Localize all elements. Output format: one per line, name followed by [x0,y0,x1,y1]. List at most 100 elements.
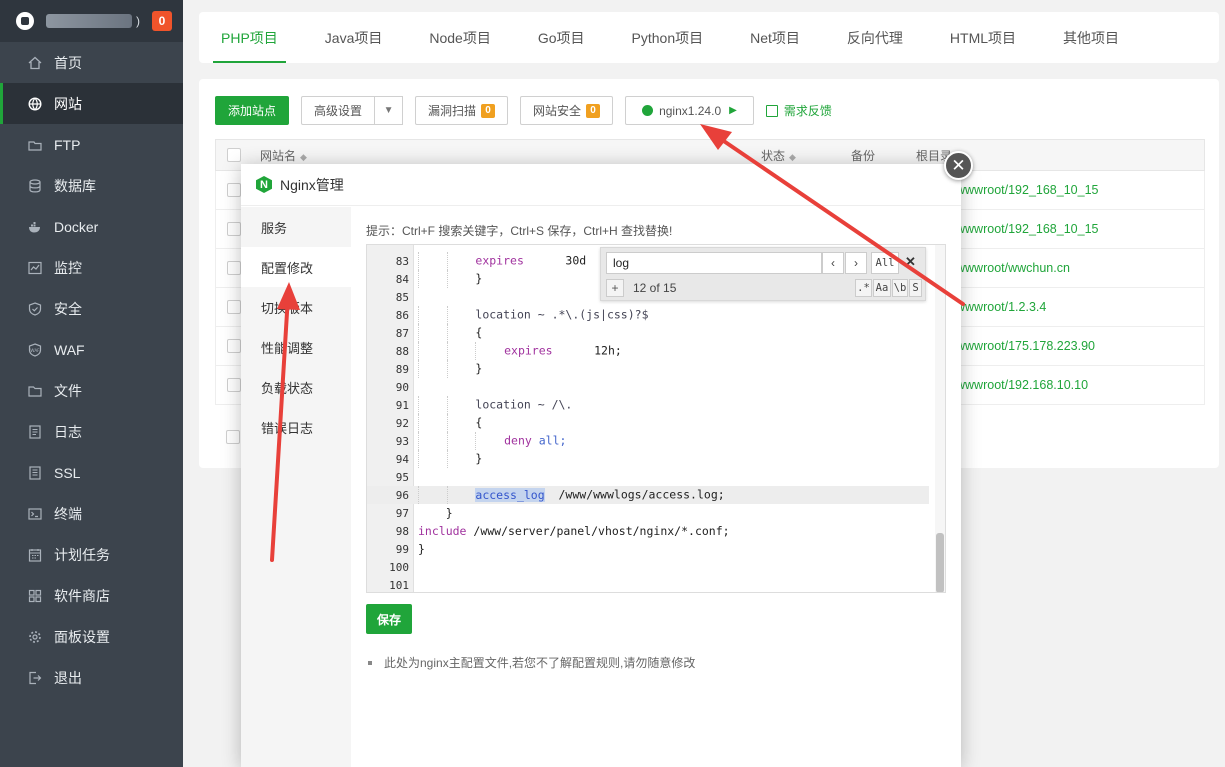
line-number: 86 [395,308,409,322]
footer-checkbox[interactable] [226,430,240,444]
sidebar-item-label: Docker [54,218,99,235]
regex-toggle[interactable]: .* [855,279,872,297]
sidebar-header: ) 0 [0,0,183,42]
editor-scrollbar[interactable] [935,245,945,592]
line-number: 95 [395,470,409,484]
sidebar-item-label: 网站 [54,95,82,112]
dialog-menu-item-1[interactable]: 配置修改 [241,247,351,287]
code-editor[interactable]: 83 expires 30d 84 } 85 86 location ~ .*\.(j… [366,244,946,593]
code-line: 98 include /www/server/panel/vhost/nginx/… [367,522,929,540]
code-token: } [445,506,453,520]
dialog-menu-item-4[interactable]: 负载状态 [241,367,351,407]
nginx-manage-button[interactable]: nginx1.24.0 ▶ [625,96,754,125]
column-status[interactable]: 状态 ◆ [761,147,796,164]
toggle-replace-button[interactable]: + [606,279,624,297]
chevron-down-icon[interactable]: ▼ [375,96,404,125]
feedback-link[interactable]: 需求反馈 [765,102,832,119]
next-match-button[interactable]: › [845,252,867,274]
root-path-link[interactable]: wwwroot/wwchun.cn [956,261,1070,275]
root-path-link[interactable]: wwwroot/192_168_10_15 [956,222,1098,236]
root-path-link[interactable]: wwwroot/175.178.223.90 [956,339,1095,353]
sidebar-item-14[interactable]: 面板设置 [0,616,183,657]
sidebar-item-15[interactable]: 退出 [0,657,183,698]
sidebar-item-label: 计划任务 [54,546,110,563]
sidebar-item-7[interactable]: WAF WAF [0,329,183,370]
word-toggle[interactable]: \b [892,279,908,297]
line-number: 96 [395,488,409,502]
sidebar-item-label: 面板设置 [54,628,110,645]
sidebar-item-label: 文件 [54,382,82,399]
code-line: 101 [367,576,929,592]
sidebar-item-10[interactable]: SSL [0,452,183,493]
line-number: 92 [395,416,409,430]
save-button[interactable]: 保存 [366,604,412,634]
shield-icon [28,301,42,316]
tab-2[interactable]: Node项目 [429,12,490,63]
tab-7[interactable]: HTML项目 [950,12,1016,63]
ssl-icon [28,465,42,480]
sidebar-item-label: 终端 [54,505,82,522]
code-text: location ~ /\. [418,396,572,414]
row-checkbox[interactable] [227,261,241,275]
sidebar-item-12[interactable]: 计划任务 [0,534,183,575]
sidebar-item-8[interactable]: 文件 [0,370,183,411]
add-site-button[interactable]: 添加站点 [215,96,290,125]
column-site-name[interactable]: 网站名 ◆ [260,147,307,164]
row-checkbox[interactable] [227,183,241,197]
code-text: access_log /www/wwwlogs/access.log; [418,486,725,504]
root-path-link[interactable]: wwwroot/1.2.3.4 [956,300,1046,314]
tab-1[interactable]: Java项目 [325,12,383,63]
tab-3[interactable]: Go项目 [538,12,585,63]
dialog-menu-item-2[interactable]: 切换版本 [241,287,351,327]
sort-icon: ◆ [300,151,307,162]
tab-4[interactable]: Python项目 [632,12,704,63]
tab-6[interactable]: 反向代理 [847,12,903,63]
close-search-icon[interactable]: ✕ [905,254,916,270]
sidebar-item-label: 退出 [54,669,82,686]
advanced-settings-button[interactable]: 高级设置 [301,96,376,125]
selection-toggle[interactable]: S [909,279,922,297]
root-path-link[interactable]: wwwroot/192_168_10_15 [956,183,1098,197]
row-checkbox[interactable] [227,339,241,353]
tab-5[interactable]: Net项目 [750,12,800,63]
nginx-version-label: nginx1.24.0 [659,103,722,118]
terminal-icon [28,507,42,521]
root-path-link[interactable]: wwwroot/192.168.10.10 [956,378,1088,392]
dialog-menu-item-3[interactable]: 性能调整 [241,327,351,367]
find-all-button[interactable]: All [871,252,899,274]
sidebar-item-6[interactable]: 安全 [0,288,183,329]
scrollbar-thumb[interactable] [936,533,944,592]
row-checkbox[interactable] [227,378,241,392]
tab-0[interactable]: PHP项目 [213,12,286,63]
sidebar-item-2[interactable]: FTP [0,124,183,165]
vuln-scan-button[interactable]: 漏洞扫描 0 [415,96,509,125]
sidebar-item-0[interactable]: 首页 [0,42,183,83]
code-token: all; [538,433,567,448]
site-security-button[interactable]: 网站安全 0 [520,96,614,125]
case-toggle[interactable]: Aa [873,279,891,297]
row-checkbox[interactable] [227,300,241,314]
sidebar-item-9[interactable]: 日志 [0,411,183,452]
dialog-menu-item-0[interactable]: 服务 [241,207,351,247]
select-all-checkbox[interactable] [227,148,241,162]
dialog-menu-item-5[interactable]: 错误日志 [241,407,351,447]
close-dialog-icon[interactable]: ✕ [944,151,973,180]
prev-match-button[interactable]: ‹ [822,252,844,274]
server-host-redacted [46,14,132,28]
sidebar-item-11[interactable]: 终端 [0,493,183,534]
sidebar-item-5[interactable]: 监控 [0,247,183,288]
code-line: 97 } [367,504,929,522]
sidebar-item-3[interactable]: 数据库 [0,165,183,206]
sidebar-item-1[interactable]: 网站 [0,83,183,124]
notification-badge[interactable]: 0 [152,11,172,31]
row-checkbox[interactable] [227,222,241,236]
config-note: 此处为nginx主配置文件,若您不了解配置规则,请勿随意修改 [366,654,695,671]
sidebar-item-4[interactable]: Docker [0,206,183,247]
logout-icon [28,671,42,685]
code-line: 90 [367,378,929,396]
sidebar-item-13[interactable]: 软件商店 [0,575,183,616]
line-number: 88 [395,344,409,358]
tab-8[interactable]: 其他项目 [1063,12,1119,63]
search-input[interactable]: log [606,252,822,274]
code-text: location ~ .*\.(js|css)?$ [418,306,649,324]
